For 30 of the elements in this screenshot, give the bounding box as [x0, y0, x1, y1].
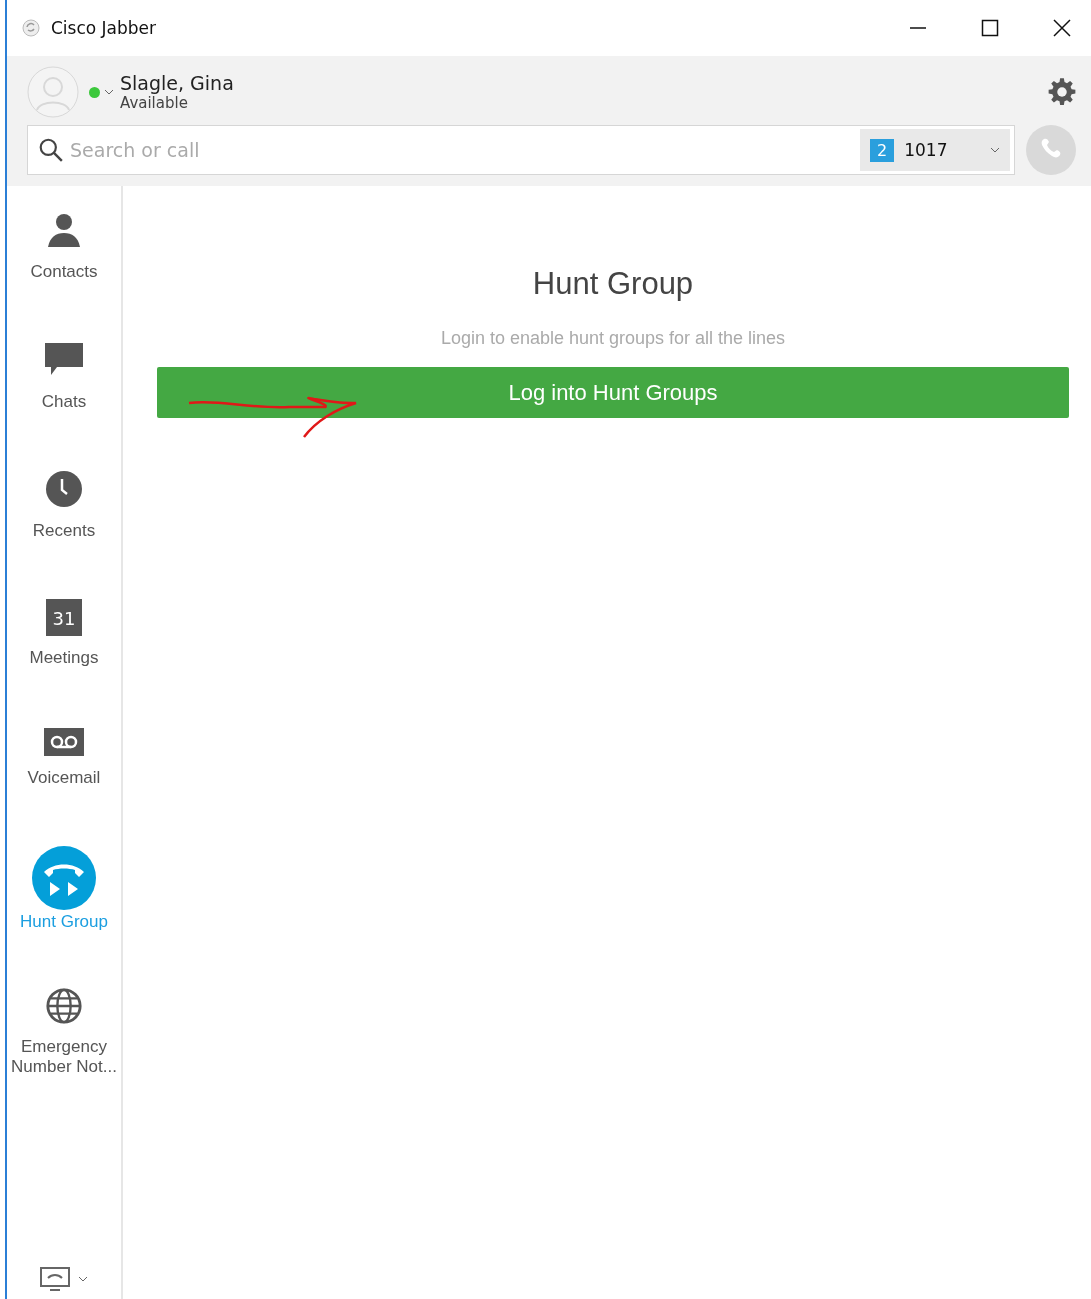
sidebar-item[interactable]: Emergency Number Not...: [7, 975, 121, 1105]
chevron-down-icon: [990, 147, 1000, 153]
user-name: Slagle, Gina: [120, 72, 234, 94]
sidebar-item[interactable]: Voicemail: [7, 716, 121, 846]
app-logo-icon: [21, 18, 41, 38]
sidebar-item[interactable]: 31 Meetings: [7, 586, 121, 716]
line-badge: 2: [870, 138, 895, 162]
sidebar-item[interactable]: Contacts: [7, 198, 121, 328]
chevron-down-icon[interactable]: [78, 1276, 88, 1282]
clock-icon: [44, 469, 84, 509]
subtitle-text: Login to enable hunt groups for all the lines: [440, 328, 786, 349]
presence-dot: [89, 86, 100, 98]
line-selector[interactable]: 2 1017: [860, 129, 1010, 171]
settings-icon[interactable]: [1047, 77, 1077, 107]
chevron-down-icon[interactable]: [104, 89, 114, 95]
search-field[interactable]: Search or call 2 1017: [27, 125, 1015, 175]
phone-forward-icon: [32, 845, 96, 910]
page-title: Hunt Group: [532, 266, 694, 302]
voicemail-icon: [44, 728, 84, 756]
calendar-icon: 31: [46, 598, 82, 636]
sidebar-item[interactable]: Recents: [7, 457, 121, 587]
sidebar-item[interactable]: Chats: [7, 327, 121, 457]
close-icon[interactable]: [1053, 19, 1071, 37]
status-text: Available: [120, 94, 189, 112]
line-number: 1017: [904, 140, 949, 160]
window-title: Cisco Jabber: [51, 18, 157, 38]
maximize-icon[interactable]: [981, 19, 999, 37]
globe-icon: [45, 987, 83, 1025]
desk-phone-icon[interactable]: [40, 1267, 70, 1291]
search-icon: [38, 137, 64, 163]
